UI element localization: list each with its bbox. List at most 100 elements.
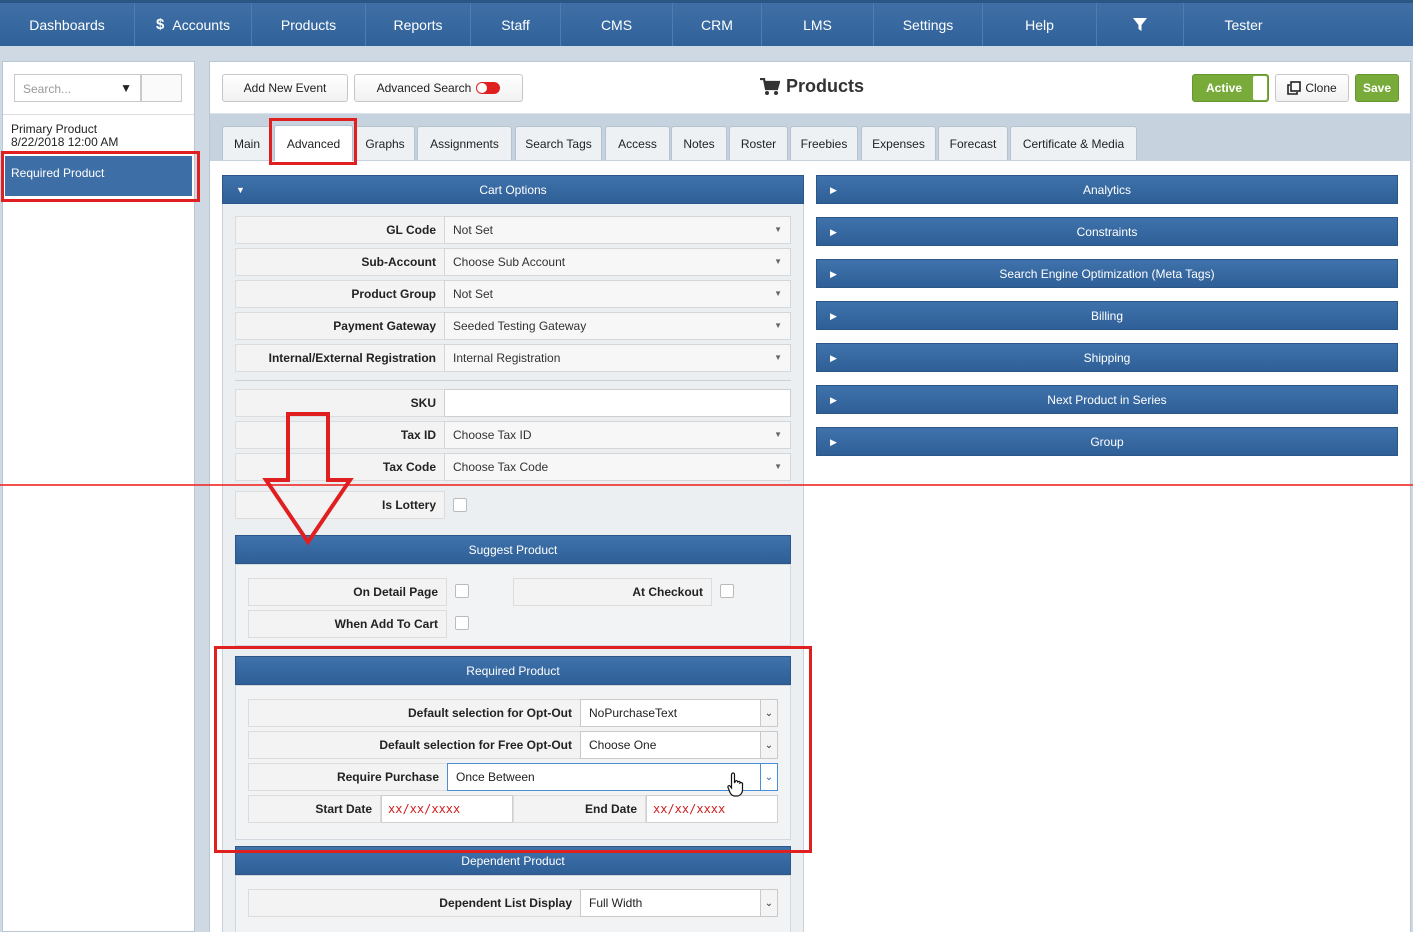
field-registration: Internal/External Registration Internal … [235,344,791,372]
tab-access[interactable]: Access [605,126,670,160]
left-panel: Search... ▼ Primary Product 8/22/2018 12:… [2,61,195,932]
select-value: Full Width [589,896,643,910]
registration-select[interactable]: Internal Registration ▼ [444,344,791,372]
toggle-switch[interactable] [476,82,501,94]
divider [235,380,791,381]
next-product-header[interactable]: ▶ Next Product in Series [816,385,1398,414]
search-button[interactable] [141,74,182,102]
tab-label: Expenses [872,136,925,151]
clone-button[interactable]: Clone [1275,74,1349,102]
input-value: xx/xx/xxxx [388,802,461,816]
save-button[interactable]: Save [1355,74,1399,102]
tax-code-select[interactable]: Choose Tax Code ▼ [444,453,791,481]
field-label: Internal/External Registration [235,344,445,372]
field-label: Default selection for Opt-Out [248,699,581,727]
nav-dashboards[interactable]: Dashboards [0,3,135,46]
section-title: Cart Options [479,182,547,197]
gl-code-select[interactable]: Not Set ▼ [444,216,791,244]
field-when-add-to-cart: When Add To Cart [248,610,778,638]
seo-header[interactable]: ▶ Search Engine Optimization (Meta Tags) [816,259,1398,288]
list-item-primary-product[interactable]: Primary Product 8/22/2018 12:00 AM [11,123,118,149]
tab-freebies[interactable]: Freebies [790,126,858,160]
nav-user[interactable]: Tester [1184,3,1303,46]
dependent-product-header: Dependent Product [235,846,791,875]
field-label: At Checkout [513,578,712,606]
button-label: Save [1362,81,1392,95]
title-text: Products [786,76,865,96]
section-title: Suggest Product [468,542,558,557]
start-date-input[interactable]: xx/xx/xxxx [381,795,513,823]
sku-input[interactable] [444,389,791,417]
select-value: Not Set [453,223,494,237]
advanced-search-button[interactable]: Advanced Search [354,74,523,102]
field-label: Require Purchase [248,763,448,791]
opt-out-select[interactable]: NoPurchaseText ⌄ [580,699,778,727]
tab-certificate-media[interactable]: Certificate & Media [1010,126,1137,160]
select-value: Choose Tax Code [453,460,549,474]
free-opt-out-select[interactable]: Choose One ⌄ [580,731,778,759]
tax-id-select[interactable]: Choose Tax ID ▼ [444,421,791,449]
dependent-list-select[interactable]: Full Width ⌄ [580,889,778,917]
nav-settings[interactable]: Settings [874,3,983,46]
tab-notes[interactable]: Notes [671,126,727,160]
is-lottery-checkbox[interactable] [453,498,467,512]
nav-help[interactable]: Help [983,3,1097,46]
dropdown-arrow-icon[interactable]: ▼ [120,81,132,95]
tab-expenses[interactable]: Expenses [861,126,936,160]
shipping-header[interactable]: ▶ Shipping [816,343,1398,372]
nav-accounts[interactable]: $ Accounts [135,3,252,46]
caret-right-icon: ▶ [830,185,837,195]
tab-label: Access [618,136,657,151]
nav-label: CRM [701,16,733,33]
analytics-header[interactable]: ▶ Analytics [816,175,1398,204]
on-detail-page-checkbox[interactable] [455,584,469,598]
nav-reports[interactable]: Reports [366,3,471,46]
nav-label: CMS [600,16,633,33]
field-free-opt-out: Default selection for Free Opt-Out Choos… [248,731,778,759]
nav-staff[interactable]: Staff [471,3,561,46]
select-value: Choose Sub Account [453,255,566,269]
nav-products[interactable]: Products [252,3,366,46]
tab-forecast[interactable]: Forecast [938,126,1008,160]
sub-account-select[interactable]: Choose Sub Account ▼ [444,248,791,276]
field-label: When Add To Cart [248,610,447,638]
tab-content: ▼ Cart Options GL Code Not Set ▼ Sub-Accou… [210,161,1410,932]
constraints-header[interactable]: ▶ Constraints [816,217,1398,246]
tab-label: Main [233,136,260,151]
chevron-down-icon: ⌄ [760,700,777,726]
end-date-input[interactable]: xx/xx/xxxx [646,795,778,823]
nav-lms[interactable]: LMS [762,3,874,46]
tab-advanced[interactable]: Advanced [274,125,353,161]
caret-right-icon: ▶ [830,311,837,321]
chevron-down-icon: ⌄ [760,764,777,790]
group-header[interactable]: ▶ Group [816,427,1398,456]
active-toggle[interactable]: Active [1192,74,1269,102]
billing-header[interactable]: ▶ Billing [816,301,1398,330]
nav-cms[interactable]: CMS [561,3,673,46]
select-value: Seeded Testing Gateway [453,319,587,333]
when-add-to-cart-checkbox[interactable] [455,616,469,630]
search-placeholder: Search... [23,82,72,96]
section-title: Search Engine Optimization (Meta Tags) [999,266,1215,281]
nav-filter[interactable] [1097,3,1184,46]
user-name: Tester [1224,16,1263,33]
nav-label: Reports [393,16,443,33]
payment-gateway-select[interactable]: Seeded Testing Gateway ▼ [444,312,791,340]
chevron-down-icon: ⌄ [760,890,777,916]
add-new-event-button[interactable]: Add New Event [222,74,348,102]
field-dependent-list: Dependent List Display Full Width ⌄ [248,889,778,917]
tab-main[interactable]: Main [222,126,272,160]
field-label: Payment Gateway [235,312,445,340]
product-group-select[interactable]: Not Set ▼ [444,280,791,308]
cart-options-header[interactable]: ▼ Cart Options [222,175,804,204]
nav-crm[interactable]: CRM [673,3,762,46]
list-item-required-product[interactable]: Required Product [5,156,192,196]
tab-assignments[interactable]: Assignments [417,126,512,160]
search-area: Search... ▼ [14,74,182,102]
select-value: Not Set [453,287,494,301]
search-input[interactable]: Search... ▼ [14,74,141,102]
tab-search-tags[interactable]: Search Tags [515,126,602,160]
tab-roster[interactable]: Roster [729,126,788,160]
at-checkout-checkbox[interactable] [720,584,734,598]
tab-graphs[interactable]: Graphs [355,126,415,160]
